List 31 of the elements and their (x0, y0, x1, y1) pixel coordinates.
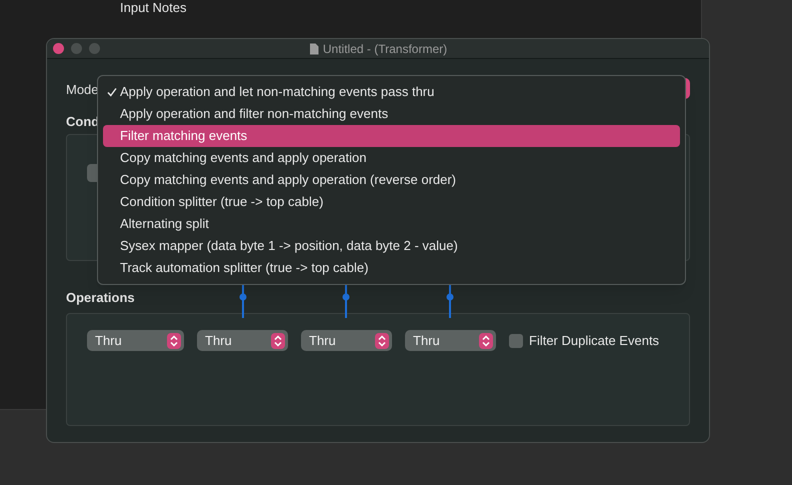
checkbox[interactable] (509, 334, 523, 348)
checkmark-icon (106, 87, 116, 97)
operation-select[interactable]: Thru (87, 330, 184, 351)
menu-item[interactable]: Copy matching events and apply operation (reverse order) (103, 169, 680, 191)
operation-select[interactable]: Thru (301, 330, 392, 351)
stepper-icon (167, 332, 181, 348)
stepper-icon (479, 332, 493, 348)
menu-item[interactable]: Condition splitter (true -> top cable) (103, 191, 680, 213)
minimize-button[interactable] (71, 43, 82, 54)
zoom-button[interactable] (89, 43, 100, 54)
menu-item[interactable]: Apply operation and let non-matching events pass thru (103, 81, 680, 103)
operations-label: Operations (66, 288, 135, 307)
connector-wire (342, 283, 350, 318)
menu-item[interactable]: Copy matching events and apply operation (103, 147, 680, 169)
stepper-icon (375, 332, 389, 348)
checkbox-label: Filter Duplicate Events (529, 332, 660, 350)
operation-select[interactable]: Thru (197, 330, 288, 351)
connector-wire (446, 283, 454, 318)
operation-select[interactable]: Thru (405, 330, 496, 351)
stepper-icon (271, 332, 285, 348)
connector-wire (239, 283, 247, 318)
document-icon (308, 42, 319, 54)
menu-item[interactable]: Apply operation and filter non-matching events (103, 103, 680, 125)
menu-item[interactable]: Track automation splitter (true -> top cable) (103, 257, 680, 279)
menu-item[interactable]: Filter matching events (103, 125, 680, 147)
close-button[interactable] (53, 43, 64, 54)
window-text: Input Notes (120, 0, 186, 17)
window-title: Untitled - (Transformer) (322, 40, 448, 58)
menu-item[interactable]: Alternating split (103, 213, 680, 235)
mode-label: Mode (66, 81, 99, 100)
menu-item[interactable]: Sysex mapper (data byte 1 -> position, data byte 2 - value) (103, 235, 680, 257)
